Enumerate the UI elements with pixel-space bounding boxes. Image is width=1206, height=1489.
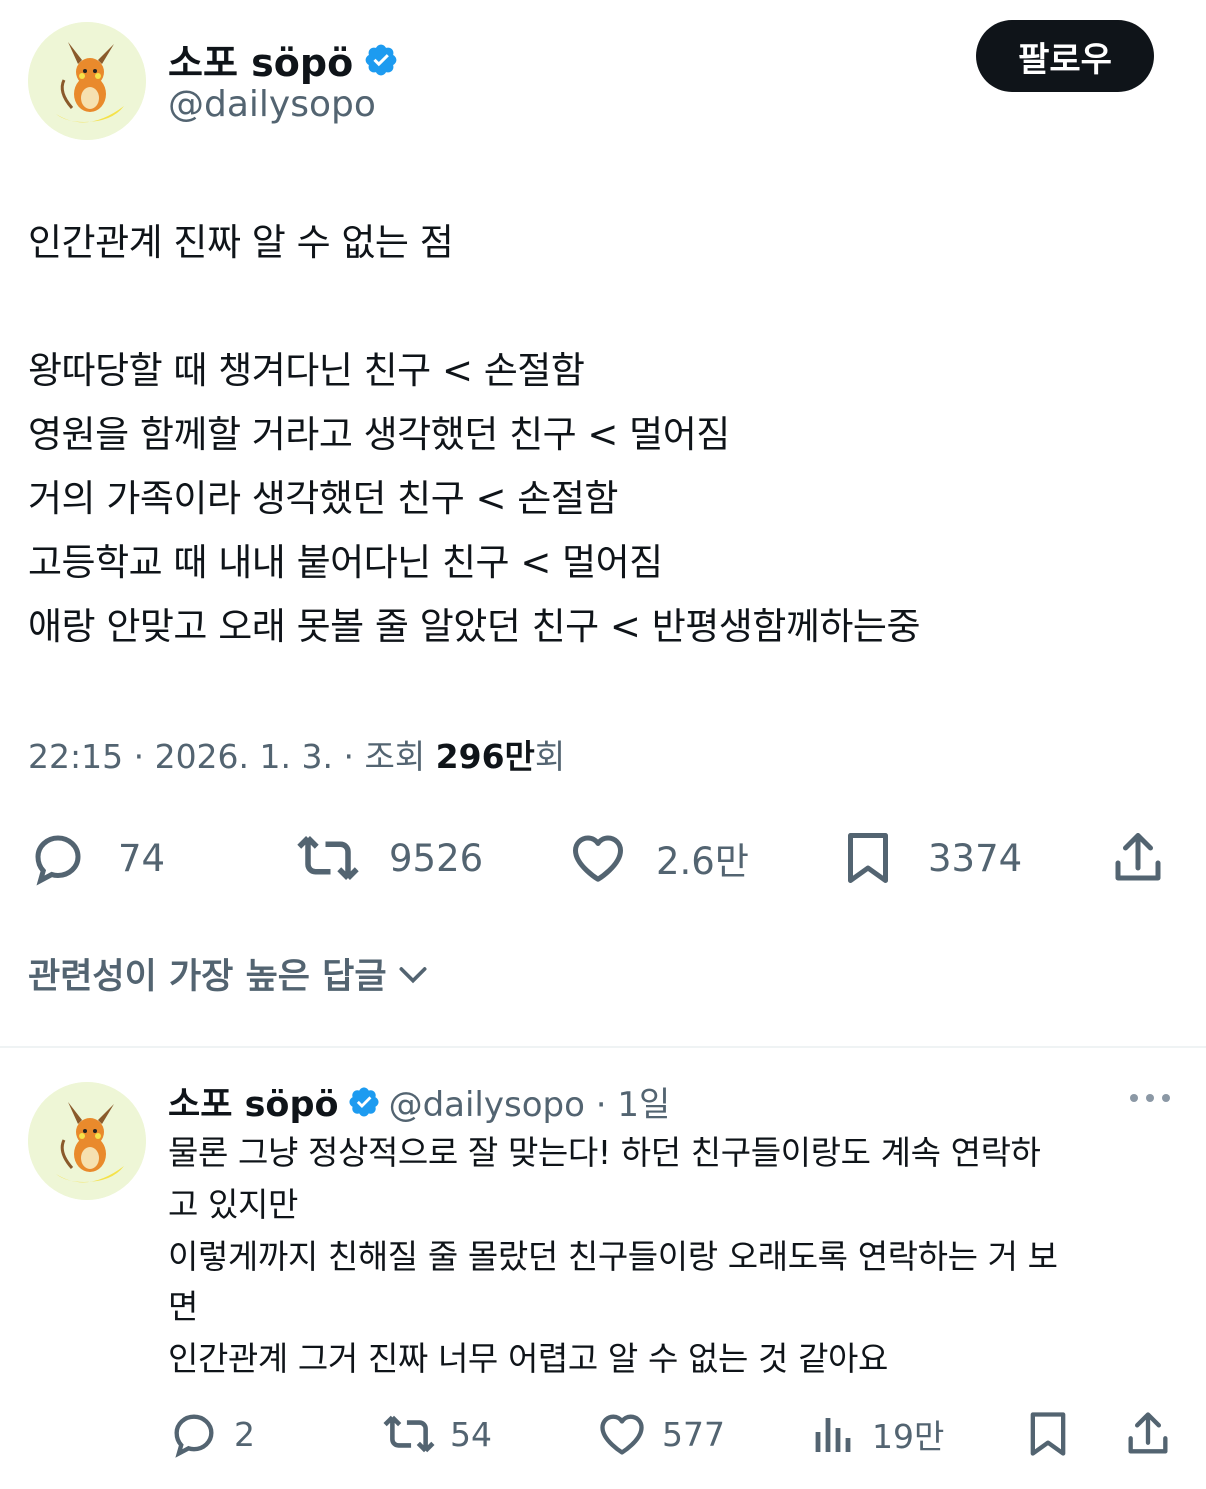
share-icon — [1128, 1412, 1168, 1454]
view-count: 296만 — [435, 737, 535, 776]
heart-icon — [600, 1414, 644, 1455]
view-count-suffix: 회 — [534, 737, 566, 776]
retweet-icon — [383, 1415, 435, 1453]
reply-bookmark-button[interactable] — [1022, 1408, 1074, 1460]
tweet-text-line: 영원을 함께할 거라고 생각했던 친구 < 멀어짐 — [28, 413, 730, 456]
verified-badge-icon — [365, 44, 397, 75]
author-handle[interactable]: @dailysopo — [168, 84, 376, 125]
reply-author-name[interactable]: 소포 söpö — [168, 1076, 339, 1127]
reply-share-button[interactable] — [1122, 1408, 1174, 1460]
chevron-down-icon — [399, 966, 427, 983]
reply-reply-button[interactable]: 2 — [168, 1408, 255, 1460]
author-name-text: 소포 söpö — [168, 41, 354, 85]
verified-badge-icon — [349, 1086, 379, 1117]
reply-reply-count: 2 — [234, 1414, 255, 1454]
tweet-timestamp-views[interactable]: 22:15 · 2026. 1. 3. · 조회 296만회 — [28, 730, 565, 778]
retweet-count: 9526 — [389, 836, 484, 880]
heart-icon — [573, 835, 623, 882]
reply-icon — [35, 835, 81, 886]
reply-text-line: 인간관계 그거 진짜 너무 어렵고 알 수 없는 것 같아요 — [168, 1339, 888, 1378]
retweet-button[interactable]: 9526 — [295, 828, 483, 888]
reply-header: 소포 söpö @dailysopo · 1일 — [168, 1076, 670, 1127]
divider — [0, 1046, 1206, 1048]
reply-views-button[interactable]: 19만 — [810, 1408, 944, 1460]
tweet-text-line: 거의 가족이라 생각했던 친구 < 손절함 — [28, 477, 618, 520]
share-icon — [1115, 833, 1161, 881]
reply-views-count: 19만 — [872, 1417, 945, 1456]
tweet-text-line: 인간관계 진짜 알 수 없는 점 — [28, 221, 454, 264]
reply-text-line: 물론 그냥 정상적으로 잘 맞는다! 하던 친구들이랑도 계속 연락하 — [168, 1133, 1041, 1172]
reply-like-button[interactable]: 577 — [596, 1408, 725, 1460]
follow-button[interactable]: 팔로우 — [976, 20, 1154, 92]
author-name[interactable]: 소포 söpö — [168, 32, 399, 87]
tweet-text-line: 애랑 안맞고 오래 못볼 줄 알았던 친구 < 반평생함께하는중 — [28, 605, 921, 648]
raichu-avatar-icon — [28, 1082, 146, 1200]
bookmark-count: 3374 — [928, 836, 1023, 880]
retweet-icon — [297, 836, 359, 880]
reply-text-line: 고 있지만 — [168, 1185, 298, 1224]
reply-sort-label: 관련성이 가장 높은 답글 — [28, 957, 387, 997]
reply-retweet-button[interactable]: 54 — [382, 1408, 492, 1460]
share-button[interactable] — [1108, 828, 1168, 888]
bookmark-icon — [1030, 1412, 1066, 1456]
reply-button[interactable]: 74 — [28, 828, 165, 888]
reply-handle-time[interactable]: @dailysopo · 1일 — [389, 1077, 671, 1126]
bookmark-icon — [848, 833, 888, 883]
tweet-text-line: 왕따당할 때 챙겨다닌 친구 < 손절함 — [28, 349, 585, 392]
reply-author-avatar[interactable] — [28, 1082, 146, 1200]
reply-icon — [174, 1414, 214, 1458]
tweet-timestamp: 22:15 · 2026. 1. 3. · 조회 — [28, 737, 436, 776]
reply-sort-dropdown[interactable]: 관련성이 가장 높은 답글 — [28, 948, 433, 999]
tweet-text-line: 고등학교 때 내내 붙어다닌 친구 < 멀어짐 — [28, 541, 663, 584]
like-button[interactable]: 2.6만 — [568, 828, 749, 888]
reply-text-line: 이렇게까지 친해질 줄 몰랐던 친구들이랑 오래도록 연락하는 거 보 — [168, 1237, 1058, 1276]
bookmark-button[interactable]: 3374 — [838, 828, 1022, 888]
more-options-icon[interactable] — [1126, 1086, 1174, 1110]
reply-count: 74 — [118, 836, 166, 880]
reply-like-count: 577 — [662, 1414, 725, 1454]
author-avatar[interactable] — [28, 22, 146, 140]
reply-retweet-count: 54 — [450, 1414, 492, 1454]
analytics-icon — [815, 1418, 851, 1452]
reply-text-line: 면 — [168, 1287, 198, 1326]
raichu-avatar-icon — [28, 22, 146, 140]
like-count: 2.6만 — [656, 840, 749, 883]
